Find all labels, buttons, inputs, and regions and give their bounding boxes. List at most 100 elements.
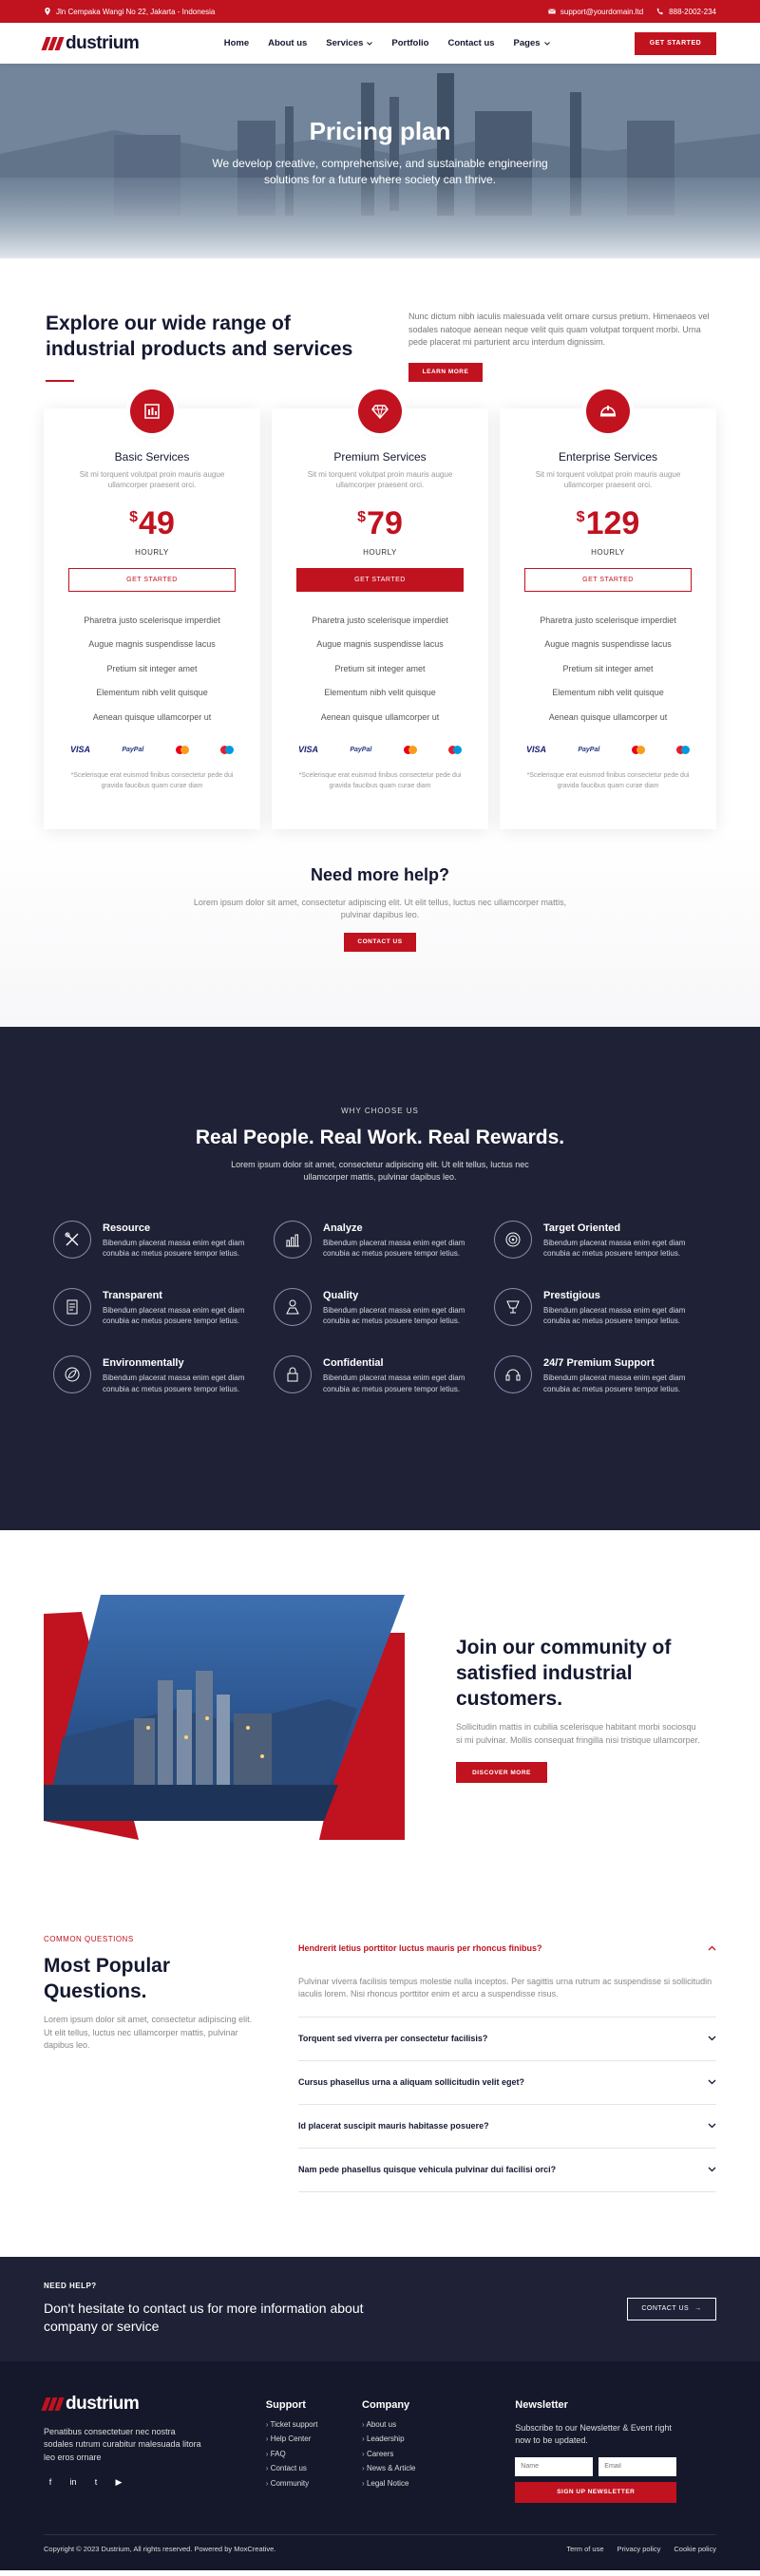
logo-mark-icon	[41, 36, 65, 50]
leaf-icon	[53, 1354, 91, 1393]
contact-us-outline-button[interactable]: CONTACT US →	[627, 2297, 716, 2320]
newsletter-name-input[interactable]	[515, 2456, 594, 2476]
feature-list: Pharetra justo scelerisque imperdiet Aug…	[272, 609, 488, 730]
feature-item: Pharetra justo scelerisque imperdiet	[312, 615, 448, 625]
footer-link[interactable]: News & Article	[362, 2464, 458, 2479]
nav-get-started-button[interactable]: GET STARTED	[634, 31, 716, 55]
footer-link[interactable]: FAQ	[266, 2450, 362, 2465]
feature-item: Elementum nibh velit quisque	[324, 688, 436, 698]
faq-accordion: Hendrerit letius porttitor luctus mauris…	[298, 1927, 716, 2257]
legal-link-cookie[interactable]: Cookie policy	[674, 2545, 716, 2553]
contact-us-button[interactable]: CONTACT US	[344, 932, 416, 952]
need-help-section: Need more help? Lorem ipsum dolor sit am…	[0, 828, 760, 1027]
pricing-cards: Basic Services Sit mi torquent volutpat …	[0, 388, 760, 829]
brand-logo[interactable]: dustrium	[41, 32, 140, 54]
copyright-text: Copyright © 2023 Dustrium, All rights re…	[44, 2544, 276, 2553]
address-text: Jln Cempaka Wangi No 22, Jakarta - Indon…	[56, 7, 216, 16]
nav-menu: Home About us Services Portfolio Contact…	[224, 38, 550, 48]
plan-description: Sit mi torquent volutpat proin mauris au…	[535, 469, 681, 489]
envelope-icon	[548, 9, 556, 14]
lock-icon	[274, 1354, 312, 1393]
email-info[interactable]: support@yourdomain.ltd	[548, 8, 643, 16]
price-period: HOURLY	[591, 547, 625, 557]
newsletter-email-input[interactable]	[598, 2456, 677, 2476]
benefit-item: Prestigious Bibendum placerat massa enim …	[494, 1287, 714, 1327]
section-lead: Lorem ipsum dolor sit amet, consectetur …	[231, 1159, 529, 1183]
support-icon	[494, 1354, 532, 1393]
footer-column-title: Support	[265, 2398, 306, 2411]
benefit-title: Analyze	[323, 1222, 363, 1234]
plan-name: Premium Services	[333, 449, 427, 464]
newsletter-signup-button[interactable]: SIGN UP NEWSLETTER	[515, 2481, 677, 2503]
nav-item-portfolio[interactable]: Portfolio	[391, 38, 428, 48]
contact-us-label: CONTACT US	[641, 2305, 690, 2313]
faq-item: Torquent sed viverra per consectetur fac…	[298, 2017, 716, 2061]
footer-company-column: Company About us Leadership Careers News…	[362, 2394, 458, 2503]
twitter-icon[interactable]: t	[89, 2477, 103, 2488]
feature-item: Aenean quisque ullamcorper ut	[92, 711, 212, 722]
footer-link[interactable]: About us	[362, 2420, 458, 2435]
footer-link[interactable]: Legal Notice	[362, 2479, 458, 2494]
maestro-icon	[675, 745, 690, 754]
faq-item: Hendrerit letius porttitor luctus mauris…	[298, 1927, 716, 2017]
price-value: 49	[139, 504, 175, 541]
footer-link[interactable]: Help Center	[266, 2434, 362, 2450]
faq-question[interactable]: Cursus phasellus urna a aliquam sollicit…	[298, 2061, 716, 2104]
faq-text: Lorem ipsum dolor sit amet, consectetur …	[44, 2015, 253, 2051]
currency-symbol: $	[576, 508, 585, 525]
feature-item: Augue magnis suspendisse lacus	[544, 639, 672, 650]
faq-answer: Pulvinar viverra facilisis tempus molest…	[298, 1976, 712, 1999]
plan-footnote: *Scelerisque erat euismod finibus consec…	[298, 772, 462, 789]
plan-footnote: *Scelerisque erat euismod finibus consec…	[70, 772, 234, 789]
footer-support-column: Support Ticket support Help Center FAQ C…	[266, 2394, 362, 2503]
benefit-item: Environmentally Bibendum placerat massa e…	[53, 1354, 274, 1394]
faq-eyebrow: COMMON QUESTIONS	[44, 1934, 134, 1943]
footer-logo[interactable]: dustrium	[41, 2394, 266, 2415]
faq-question[interactable]: Hendrerit letius porttitor luctus mauris…	[298, 1927, 716, 1970]
get-started-button[interactable]: GET STARTED	[524, 567, 692, 592]
phone-text: 888-2002-234	[669, 7, 716, 16]
maestro-icon	[447, 745, 462, 754]
get-started-button[interactable]: GET STARTED	[68, 567, 236, 592]
youtube-icon[interactable]: ▶	[112, 2477, 125, 2488]
chevron-down-icon	[708, 2036, 716, 2041]
discover-more-button[interactable]: DISCOVER MORE	[456, 1762, 547, 1784]
explore-section: Explore our wide range of industrial pro…	[0, 258, 760, 382]
footer-link[interactable]: Ticket support	[266, 2420, 362, 2435]
feature-item: Pretium sit integer amet	[106, 663, 198, 673]
benefit-item: Transparent Bibendum placerat massa enim …	[53, 1287, 274, 1327]
faq-question[interactable]: Id placerat suscipit mauris habitasse po…	[298, 2105, 716, 2148]
main-navigation: dustrium Home About us Services Portfoli…	[0, 23, 760, 64]
newsletter-title: Newsletter	[515, 2398, 568, 2411]
brand-name: dustrium	[66, 32, 140, 53]
footer-link[interactable]: Contact us	[266, 2464, 362, 2479]
footer-link[interactable]: Careers	[362, 2450, 458, 2465]
plan-badge	[586, 388, 630, 433]
faq-question[interactable]: Torquent sed viverra per consectetur fac…	[298, 2017, 716, 2060]
benefit-item: Quality Bibendum placerat massa enim eget…	[274, 1287, 494, 1327]
benefit-title: Resource	[103, 1222, 151, 1234]
legal-link-terms[interactable]: Term of use	[566, 2545, 603, 2553]
chevron-down-icon	[708, 2079, 716, 2085]
footer-link[interactable]: Community	[266, 2479, 362, 2494]
nav-item-contact[interactable]: Contact us	[447, 38, 494, 48]
get-started-button[interactable]: GET STARTED	[296, 567, 464, 592]
contact-title: Don't hesitate to contact us for more in…	[44, 2300, 364, 2335]
footer-link[interactable]: Leadership	[362, 2434, 458, 2450]
benefit-text: Bibendum placerat massa enim eget diam c…	[323, 1238, 466, 1259]
benefit-item: 24/7 Premium Support Bibendum placerat ma…	[494, 1354, 714, 1394]
faq-question-text: Cursus phasellus urna a aliquam sollicit…	[298, 2077, 525, 2088]
nav-item-about[interactable]: About us	[268, 38, 307, 48]
linkedin-icon[interactable]: in	[66, 2477, 80, 2488]
facebook-icon[interactable]: f	[44, 2477, 57, 2488]
nav-item-services[interactable]: Services	[326, 38, 373, 48]
faq-question[interactable]: Nam pede phasellus quisque vehicula pulv…	[298, 2149, 716, 2191]
learn-more-button[interactable]: LEARN MORE	[408, 362, 483, 382]
legal-link-privacy[interactable]: Privacy policy	[618, 2545, 661, 2553]
benefit-title: Prestigious	[543, 1289, 600, 1301]
phone-info[interactable]: 888-2002-234	[656, 8, 716, 16]
nav-item-home[interactable]: Home	[224, 38, 249, 48]
feature-item: Pretium sit integer amet	[334, 663, 426, 673]
section-title: Real People. Real Work. Real Rewards.	[195, 1126, 565, 1148]
nav-item-pages[interactable]: Pages	[514, 38, 550, 48]
